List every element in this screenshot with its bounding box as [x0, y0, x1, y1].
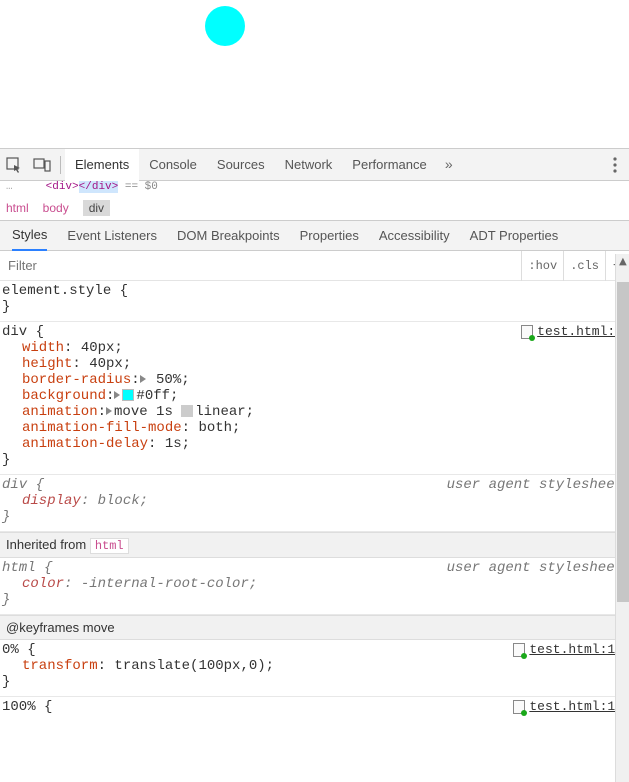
dom-equals: == $0	[118, 181, 158, 193]
toolbar-divider	[60, 156, 61, 174]
rule-close: }	[0, 299, 629, 315]
breadcrumb-body[interactable]: body	[43, 201, 69, 215]
cls-button[interactable]: .cls	[563, 251, 605, 281]
prop-animation-fill-mode[interactable]: animation-fill-mode: both;	[0, 420, 629, 436]
prop-display[interactable]: display: block;	[0, 493, 629, 509]
prop-animation[interactable]: animation:move 1s linear;	[0, 404, 629, 420]
subtab-styles[interactable]: Styles	[12, 221, 47, 251]
rule-div-ua[interactable]: user agent stylesheet div { display: blo…	[0, 475, 629, 532]
prop-background[interactable]: background:#0ff;	[0, 388, 629, 404]
more-tabs-icon[interactable]: »	[437, 157, 461, 172]
subtab-event-listeners[interactable]: Event Listeners	[67, 221, 157, 251]
expand-icon[interactable]	[140, 375, 146, 383]
file-icon	[521, 325, 533, 339]
tab-console[interactable]: Console	[139, 149, 207, 181]
expand-icon[interactable]	[106, 407, 112, 415]
subtab-adt-properties[interactable]: ADT Properties	[470, 221, 559, 251]
rule-keyframe-100[interactable]: test.html:16 100% {	[0, 697, 629, 721]
expand-icon[interactable]	[114, 391, 120, 399]
rule-element-style[interactable]: element.style { }	[0, 281, 629, 322]
styles-pane: element.style { } test.html:3 div { widt…	[0, 281, 629, 721]
prop-height[interactable]: height: 40px;	[0, 356, 629, 372]
dom-open-tag: <div>	[46, 181, 79, 193]
tab-sources[interactable]: Sources	[207, 149, 275, 181]
filter-row: :hov .cls +	[0, 251, 629, 281]
tab-performance[interactable]: Performance	[342, 149, 436, 181]
breadcrumb-html[interactable]: html	[6, 201, 29, 215]
device-toggle-icon[interactable]	[28, 151, 56, 179]
prop-color[interactable]: color: -internal-root-color;	[0, 576, 629, 592]
easing-icon[interactable]	[181, 405, 193, 417]
kebab-menu-icon[interactable]	[601, 151, 629, 179]
inherited-from-row: Inherited from html	[0, 532, 629, 558]
prop-width[interactable]: width: 40px;	[0, 340, 629, 356]
sidebar-tabs: Styles Event Listeners DOM Breakpoints P…	[0, 221, 629, 251]
inherited-label: Inherited from	[6, 537, 90, 552]
dom-ellipsis: …	[6, 181, 13, 193]
keyframes-label: @keyframes move	[6, 620, 115, 635]
prop-border-radius[interactable]: border-radius: 50%;	[0, 372, 629, 388]
ua-stylesheet-label: user agent stylesheet	[447, 477, 623, 493]
inspect-icon[interactable]	[0, 151, 28, 179]
source-link[interactable]: test.html:3	[521, 324, 623, 339]
dom-close-tag: </div>	[79, 181, 119, 193]
subtab-accessibility[interactable]: Accessibility	[379, 221, 450, 251]
animated-circle	[205, 6, 245, 46]
tab-elements[interactable]: Elements	[65, 149, 139, 181]
scrollbar-thumb[interactable]	[617, 282, 629, 602]
rule-close: }	[0, 452, 629, 468]
prop-transform[interactable]: transform: translate(100px,0);	[0, 658, 629, 674]
file-icon	[513, 700, 525, 714]
rule-close: }	[0, 674, 629, 690]
inherited-element[interactable]: html	[90, 538, 129, 554]
breadcrumb: html body div	[0, 195, 629, 221]
prop-animation-delay[interactable]: animation-delay: 1s;	[0, 436, 629, 452]
tab-network[interactable]: Network	[275, 149, 343, 181]
devtools-panel: Elements Console Sources Network Perform…	[0, 148, 629, 721]
scroll-up-icon[interactable]: ▶	[616, 254, 629, 268]
hov-button[interactable]: :hov	[521, 251, 563, 281]
main-toolbar: Elements Console Sources Network Perform…	[0, 149, 629, 181]
subtab-dom-breakpoints[interactable]: DOM Breakpoints	[177, 221, 280, 251]
filter-input[interactable]	[0, 252, 521, 280]
source-link[interactable]: test.html:16	[513, 699, 623, 714]
rule-close: }	[0, 509, 629, 525]
file-icon	[513, 643, 525, 657]
subtab-properties[interactable]: Properties	[300, 221, 359, 251]
rule-div-author[interactable]: test.html:3 div { width: 40px; height: 4…	[0, 322, 629, 475]
breadcrumb-div[interactable]: div	[83, 200, 110, 216]
rule-close: }	[0, 592, 629, 608]
scrollbar[interactable]: ▶	[615, 254, 629, 782]
color-swatch[interactable]	[122, 389, 134, 401]
keyframes-row: @keyframes move	[0, 615, 629, 640]
page-preview	[0, 0, 629, 148]
ua-stylesheet-label: user agent stylesheet	[447, 560, 623, 576]
rule-selector: element.style {	[0, 283, 629, 299]
dom-tree-line[interactable]: … <div></div> == $0	[0, 181, 629, 195]
rule-html-ua[interactable]: user agent stylesheet html { color: -int…	[0, 558, 629, 615]
source-link[interactable]: test.html:13	[513, 642, 623, 657]
rule-keyframe-0[interactable]: test.html:13 0% { transform: translate(1…	[0, 640, 629, 697]
